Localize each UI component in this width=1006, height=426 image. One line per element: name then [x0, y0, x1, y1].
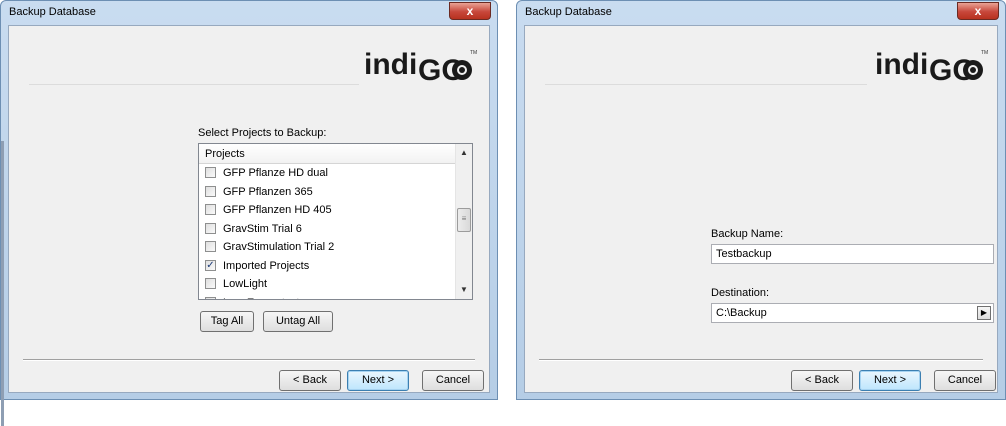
cancel-button[interactable]: Cancel [422, 370, 484, 391]
destination-label: Destination: [711, 287, 770, 299]
project-label: GFP Pflanze HD dual [223, 167, 328, 179]
project-list-item[interactable]: ✓ Imported Projects [199, 257, 455, 276]
project-label: GravStim Trial 6 [223, 222, 302, 235]
projects-scrollbar[interactable]: ▲ ≡ ▼ [455, 144, 472, 299]
logo-text-indi: indi [364, 48, 417, 81]
header-divider [29, 84, 359, 85]
destination-value: C:\Backup [716, 307, 767, 319]
project-list-item[interactable]: GravStimulation Trial 2 [199, 238, 455, 257]
project-checkbox[interactable]: ✓ [205, 259, 216, 271]
project-label: GFP Pflanzen 365 [223, 185, 313, 198]
projects-column-header[interactable]: Projects [199, 144, 455, 164]
project-label: GravStimulation Trial 2 [223, 241, 335, 253]
project-label: Imported Projects [223, 259, 310, 272]
cancel-button[interactable]: Cancel [934, 370, 996, 391]
logo-trademark: TM [981, 50, 988, 56]
project-list-item[interactable]: GFP Pflanzen HD 405 [199, 201, 455, 220]
project-checkbox[interactable] [205, 296, 216, 299]
checkmark-icon: ✓ [206, 259, 215, 271]
backup-dialog-destination: Backup Database x indi GO TM Backup Name… [516, 0, 1006, 400]
project-checkbox[interactable] [205, 278, 216, 289]
scroll-up-icon[interactable]: ▲ [456, 145, 472, 161]
scroll-thumb[interactable]: ≡ [457, 208, 471, 232]
logo-text-indi: indi [875, 48, 928, 81]
project-checkbox[interactable] [205, 167, 216, 178]
footer-separator [539, 359, 983, 361]
project-list-item[interactable]: GFP Pflanze HD dual [199, 164, 455, 183]
window-title: Backup Database [9, 6, 96, 18]
project-label: GFP Pflanzen HD 405 [223, 204, 332, 216]
window-title: Backup Database [525, 6, 612, 18]
projects-listbox[interactable]: Projects GFP Pflanze HD dual GFP Pflanzen… [198, 143, 473, 300]
project-label: LucaEnergytest [223, 297, 299, 300]
project-list-item[interactable]: LucaEnergytest [199, 294, 455, 300]
projects-list: GFP Pflanze HD dual GFP Pflanzen 365 GFP P… [199, 164, 455, 300]
scroll-down-icon[interactable]: ▼ [456, 282, 472, 298]
back-button[interactable]: < Back [279, 370, 341, 391]
tag-all-button[interactable]: Tag All [200, 311, 254, 332]
footer-separator [23, 359, 475, 361]
header-divider [545, 84, 867, 85]
dialog-client-area: indi GO TM Select Projects to Backup: Pr… [1, 25, 490, 426]
project-label: LowLight [223, 278, 268, 290]
project-checkbox[interactable] [205, 241, 216, 252]
backup-name-field[interactable]: Testbackup [711, 244, 994, 264]
untag-all-button[interactable]: Untag All [263, 311, 333, 332]
destination-field[interactable]: C:\Backup ▶ [711, 303, 994, 323]
projects-prompt: Select Projects to Backup: [198, 127, 327, 139]
logo-trademark: TM [470, 50, 477, 56]
backup-name-label: Backup Name: [711, 228, 784, 240]
indigo-logo: indi GO TM [875, 48, 988, 86]
next-button[interactable]: Next > [347, 370, 409, 391]
project-list-item[interactable]: LowLight [199, 275, 455, 294]
back-button[interactable]: < Back [791, 370, 853, 391]
browse-arrow-icon[interactable]: ▶ [977, 306, 991, 320]
project-list-item[interactable]: GravStim Trial 6 [199, 220, 455, 239]
indigo-logo: indi GO TM [364, 48, 477, 86]
title-bar[interactable]: Backup Database x [1, 1, 497, 25]
project-checkbox[interactable] [205, 204, 216, 215]
dialog-client-area: indi GO TM Backup Name: Testbackup Desti… [524, 25, 998, 393]
next-button[interactable]: Next > [859, 370, 921, 391]
left-frame-edge [1, 141, 4, 426]
project-list-item[interactable]: GFP Pflanzen 365 [199, 183, 455, 202]
title-bar[interactable]: Backup Database x [517, 1, 1005, 25]
project-checkbox[interactable] [205, 185, 216, 197]
close-button[interactable]: x [957, 2, 999, 20]
close-button[interactable]: x [449, 2, 491, 20]
backup-dialog-projects: Backup Database x indi GO TM Select Proj… [0, 0, 498, 426]
project-checkbox[interactable] [205, 222, 216, 234]
